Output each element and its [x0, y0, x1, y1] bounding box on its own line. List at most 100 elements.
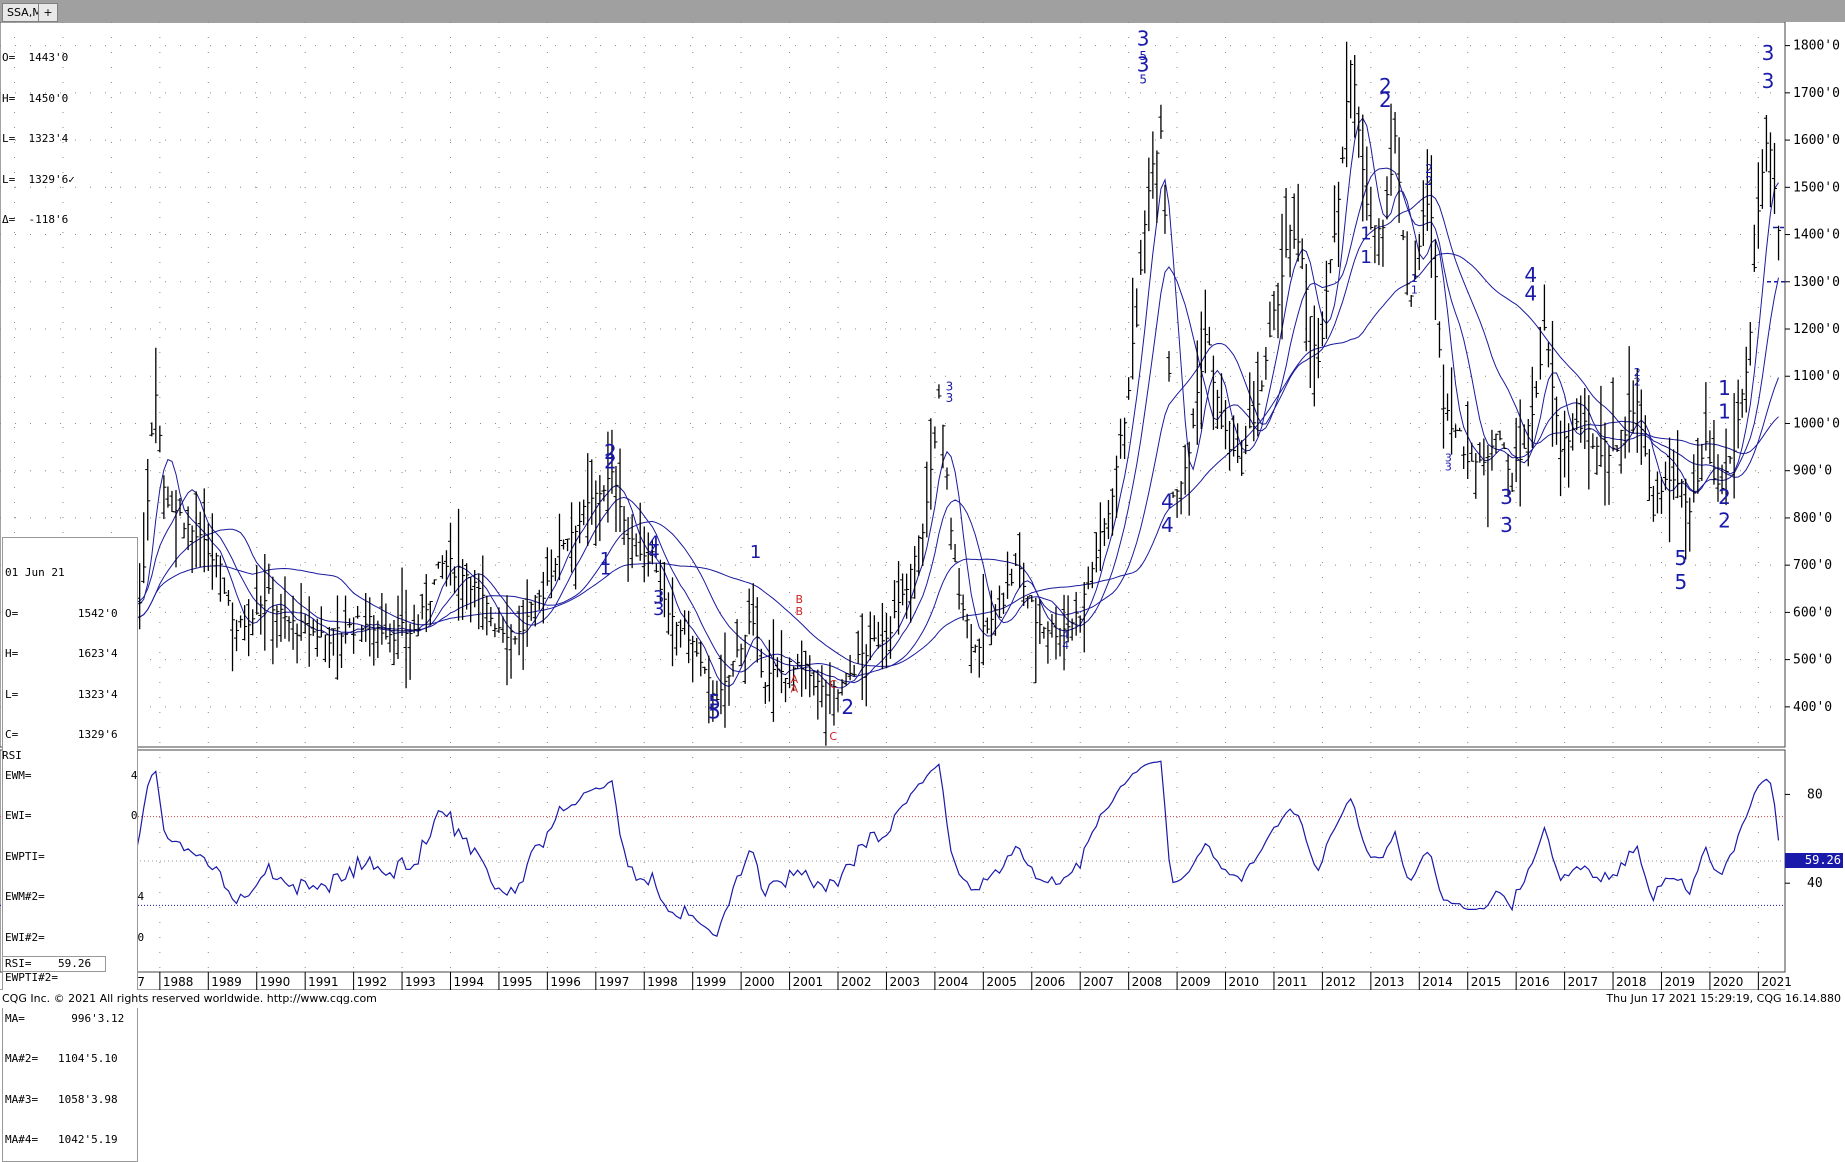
wave-label: 2 — [1718, 508, 1731, 532]
wave-label: 3 — [653, 599, 664, 620]
info-line: MA#3= 1058'3.98 — [5, 1093, 135, 1107]
wave-label: 4 — [1062, 639, 1069, 652]
footer: CQG Inc. © 2021 All rights reserved worl… — [0, 990, 1845, 1008]
wave-label: 4 — [1161, 513, 1174, 537]
wave-label: 3 — [1762, 69, 1775, 93]
price-tick-label: 1800'0 — [1793, 39, 1840, 54]
info-line: EWM= 4 — [5, 769, 135, 783]
wave-label: 2 — [1425, 174, 1433, 188]
chart-canvas: 2244113355123335355522221144443355221133… — [0, 22, 1845, 990]
info-line: C= 1329'6 — [5, 728, 135, 742]
rsi-tick-label: 80 — [1807, 787, 1823, 802]
rsi-readout: RSI= 59.26 — [2, 956, 106, 972]
title-bar: SSA,M + — [0, 0, 1845, 22]
wave-label: 4 — [1524, 282, 1537, 306]
price-tick-label: 1400'0 — [1793, 228, 1840, 243]
year-label: 1988 — [163, 975, 194, 989]
wave-label: 1 — [1360, 223, 1371, 244]
year-label: 2015 — [1471, 975, 1502, 989]
year-label: 2007 — [1083, 975, 1114, 989]
readout-line: L= 1323'4 — [2, 132, 75, 146]
wave-label: 2 — [1379, 88, 1392, 112]
year-label: 1995 — [502, 975, 533, 989]
wave-label: 1 — [1718, 400, 1731, 424]
wave-label: 1 — [1360, 247, 1371, 268]
price-tick-label: 1200'0 — [1793, 322, 1840, 337]
wave-label: 5 — [1139, 72, 1147, 86]
wave-label: 1 — [1718, 376, 1731, 400]
grid-lines — [0, 22, 1785, 990]
wave-label: 5 — [708, 700, 721, 724]
year-label: 1990 — [260, 975, 291, 989]
wave-label: 1 — [1411, 284, 1418, 297]
moving-average-line — [63, 195, 1779, 676]
year-label: 1998 — [647, 975, 678, 989]
year-label: 1996 — [550, 975, 581, 989]
year-label: 2013 — [1374, 975, 1405, 989]
price-tick-label: 1100'0 — [1793, 369, 1840, 384]
info-line: 01 Jun 21 — [5, 566, 135, 580]
add-tab-button[interactable]: + — [38, 3, 58, 22]
year-label: 1997 — [599, 975, 630, 989]
wave-label: 1 — [600, 559, 611, 580]
year-label: 2006 — [1035, 975, 1066, 989]
year-label: 1994 — [453, 975, 484, 989]
info-line: MA#2= 1104'5.10 — [5, 1052, 135, 1066]
rsi-title: RSI — [2, 749, 22, 763]
corrective-wave-label: C — [829, 678, 837, 691]
year-label: 2009 — [1180, 975, 1211, 989]
info-line: EWI#2= 0 — [5, 931, 135, 945]
year-label: 2017 — [1568, 975, 1599, 989]
year-label: 2020 — [1713, 975, 1744, 989]
info-line: H= 1623'4 — [5, 647, 135, 661]
timestamp-text: Thu Jun 17 2021 15:29:19, CQG 16.14.880 — [1606, 992, 1841, 1005]
rsi-line — [67, 761, 1779, 936]
year-label: 2019 — [1664, 975, 1695, 989]
moving-average-line — [63, 118, 1779, 688]
year-label: 2012 — [1325, 975, 1356, 989]
readout-line: Δ= -118'6 — [2, 213, 75, 227]
year-label: 2000 — [744, 975, 775, 989]
bar-info-box: 01 Jun 21 O= 1542'0 H= 1623'4 L= 1323'4 … — [2, 537, 138, 1162]
year-label: 2010 — [1229, 975, 1260, 989]
moving-average-line — [63, 168, 1779, 683]
price-tick-label: 400'0 — [1793, 700, 1832, 715]
corrective-wave-label: A — [791, 683, 799, 696]
year-label: 2003 — [889, 975, 920, 989]
corrective-wave-label: B — [795, 605, 803, 618]
rsi-panel — [0, 761, 1785, 936]
wave-label: 5 — [1674, 570, 1687, 594]
price-tick-label: 500'0 — [1793, 653, 1832, 668]
year-label: 2005 — [986, 975, 1017, 989]
year-label: 2014 — [1422, 975, 1453, 989]
price-tick-label: 1600'0 — [1793, 133, 1840, 148]
year-label: 2011 — [1277, 975, 1308, 989]
copyright-text: CQG Inc. © 2021 All rights reserved worl… — [2, 992, 377, 1005]
year-label: 2004 — [938, 975, 969, 989]
top-ohlc-readout: O= 1443'0 H= 1450'0 L= 1323'4 L= 1329'6✓… — [2, 24, 75, 240]
info-line: EWM#2= 4 — [5, 890, 135, 904]
corrective-wave-label: C — [829, 730, 837, 743]
wave-label: 3 — [1762, 41, 1775, 65]
price-tick-label: 1500'0 — [1793, 180, 1840, 195]
year-label: 2008 — [1132, 975, 1163, 989]
price-tick-label: 600'0 — [1793, 605, 1832, 620]
wave-label: 2 — [841, 695, 854, 719]
info-line: O= 1542'0 — [5, 607, 135, 621]
info-line: EWI= 0 — [5, 809, 135, 823]
wave-label: 2 — [1634, 376, 1641, 389]
moving-averages — [63, 118, 1779, 688]
year-label: 1992 — [357, 975, 388, 989]
readout-line: H= 1450'0 — [2, 92, 75, 106]
info-line: L= 1323'4 — [5, 688, 135, 702]
info-line: EWPTI= — [5, 850, 135, 864]
wave-label: 3 — [946, 391, 954, 405]
readout-line: O= 1443'0 — [2, 51, 75, 65]
year-label: 2021 — [1761, 975, 1792, 989]
wave-label: 1 — [750, 542, 761, 563]
info-line: EWPTI#2= — [5, 971, 135, 985]
year-label: 2018 — [1616, 975, 1647, 989]
year-label: 2001 — [793, 975, 824, 989]
price-tick-label: 900'0 — [1793, 464, 1832, 479]
year-label: 1989 — [211, 975, 242, 989]
